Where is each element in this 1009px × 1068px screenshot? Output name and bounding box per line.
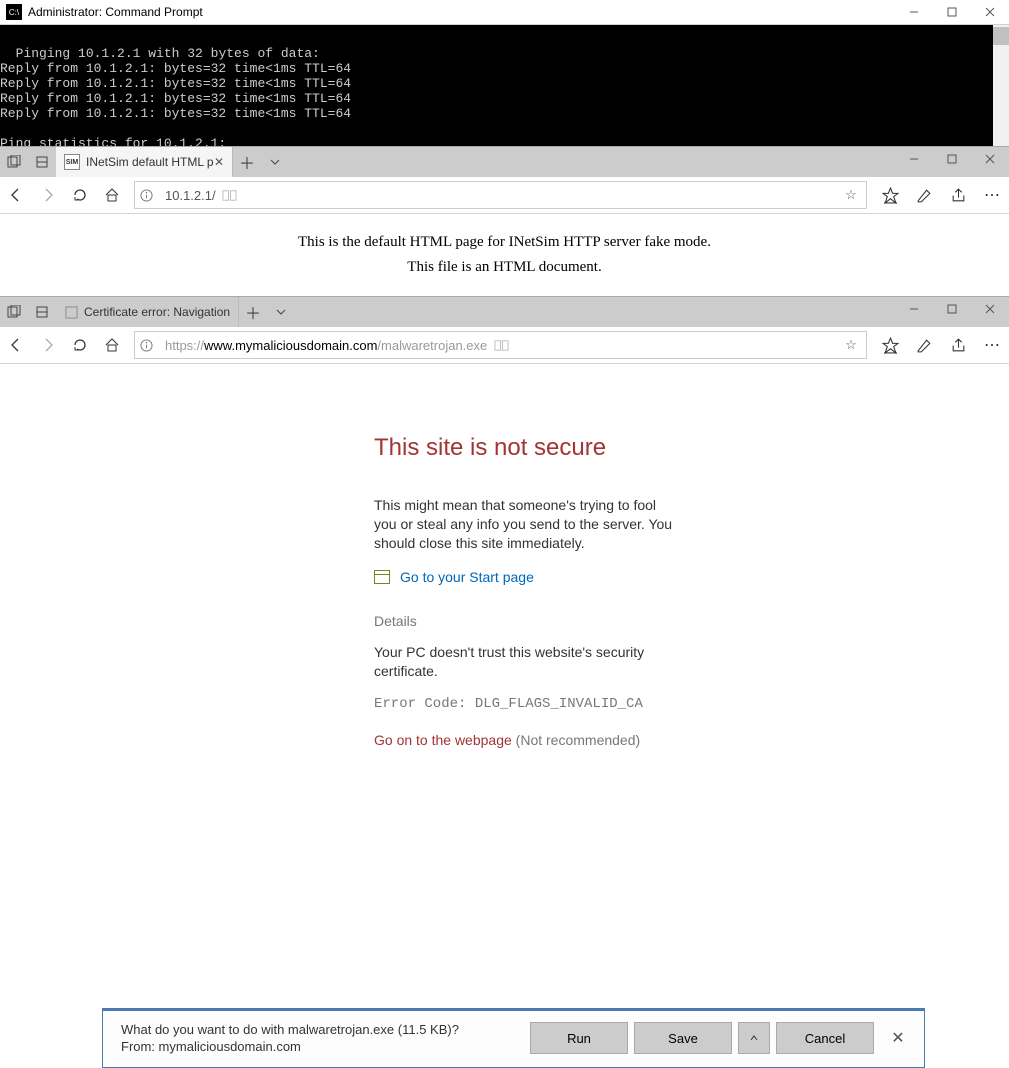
address-bar-row: 10.1.2.1/ ☆ ⋯	[0, 177, 1009, 214]
error-code: Error Code: DLG_FLAGS_INVALID_CA	[374, 696, 678, 712]
set-aside-tabs-icon[interactable]	[28, 297, 56, 327]
cmd-line: Ping statistics for 10.1.2.1:	[0, 136, 226, 146]
notes-icon[interactable]	[907, 337, 941, 354]
cmd-scrollbar[interactable]	[993, 25, 1009, 146]
minimize-button[interactable]	[895, 297, 933, 321]
tab-strip: Certificate error: Navigation ＋	[0, 297, 1009, 327]
favorites-list-icon[interactable]	[873, 187, 907, 204]
tab-strip: SIM INetSim default HTML p ✕ ＋	[0, 147, 1009, 177]
run-button[interactable]: Run	[530, 1022, 628, 1054]
cmd-line: Reply from 10.1.2.1: bytes=32 time<1ms T…	[0, 106, 351, 121]
cmd-line: Reply from 10.1.2.1: bytes=32 time<1ms T…	[0, 61, 351, 76]
inetsim-page: This is the default HTML page for INetSi…	[0, 214, 1009, 296]
cmd-line: Reply from 10.1.2.1: bytes=32 time<1ms T…	[0, 76, 351, 91]
tab-title: Certificate error: Navigation	[84, 305, 230, 319]
trust-message: Your PC doesn't trust this website's sec…	[374, 643, 678, 681]
set-aside-tabs-icon[interactable]	[28, 147, 56, 177]
notes-icon[interactable]	[907, 187, 941, 204]
minimize-button[interactable]	[895, 0, 933, 24]
new-tab-button[interactable]: ＋	[233, 147, 261, 177]
download-bar: What do you want to do with malwaretroja…	[102, 1008, 925, 1068]
cert-error-page: This site is not secure This might mean …	[0, 364, 1009, 748]
download-text: What do you want to do with malwaretroja…	[103, 1021, 477, 1056]
maximize-button[interactable]	[933, 147, 971, 171]
favorite-star-icon[interactable]: ☆	[836, 187, 866, 203]
close-button[interactable]	[971, 297, 1009, 321]
favorites-list-icon[interactable]	[873, 337, 907, 354]
go-to-start-link[interactable]: Go to your Start page	[374, 569, 678, 585]
address-bar-row: https://www.mymaliciousdomain.com/malwar…	[0, 327, 1009, 364]
site-info-icon[interactable]	[135, 189, 157, 202]
cert-heading: This site is not secure	[374, 434, 678, 462]
back-button[interactable]	[0, 337, 32, 353]
home-button[interactable]	[96, 337, 128, 353]
go-on-row: Go on to the webpage (Not recommended)	[374, 732, 678, 748]
cancel-button[interactable]: Cancel	[776, 1022, 874, 1054]
start-tile-icon	[374, 570, 390, 584]
tab-actions-icon[interactable]	[0, 147, 28, 177]
inetsim-line1: This is the default HTML page for INetSi…	[12, 234, 997, 251]
url-text: 10.1.2.1/	[165, 188, 216, 203]
edge-window-1: SIM INetSim default HTML p ✕ ＋ 10.1.2.1/…	[0, 146, 1009, 296]
new-tab-button[interactable]: ＋	[239, 297, 267, 327]
save-dropdown-button[interactable]	[738, 1022, 770, 1054]
cmd-line: Reply from 10.1.2.1: bytes=32 time<1ms T…	[0, 91, 351, 106]
tab-actions-icon[interactable]	[0, 297, 28, 327]
reading-view-icon[interactable]	[487, 338, 515, 353]
reading-view-icon[interactable]	[216, 188, 244, 203]
address-bar[interactable]: https://www.mymaliciousdomain.com/malwar…	[134, 331, 867, 359]
browser-tab-certerror[interactable]: Certificate error: Navigation	[56, 297, 239, 327]
cmd-line: Pinging 10.1.2.1 with 32 bytes of data:	[16, 46, 320, 61]
close-tab-icon[interactable]: ✕	[214, 155, 224, 169]
go-on-link[interactable]: Go on to the webpage	[374, 732, 512, 748]
url-text: https://www.mymaliciousdomain.com/malwar…	[165, 338, 487, 353]
cert-warning-text: This might mean that someone's trying to…	[374, 496, 678, 553]
edge-window-2: Certificate error: Navigation ＋ https://…	[0, 296, 1009, 1068]
home-button[interactable]	[96, 187, 128, 203]
tab-title: INetSim default HTML p	[86, 155, 214, 169]
more-icon[interactable]: ⋯	[975, 185, 1009, 205]
minimize-button[interactable]	[895, 147, 933, 171]
close-button[interactable]	[971, 147, 1009, 171]
cmd-icon: C:\	[6, 4, 22, 20]
share-icon[interactable]	[941, 187, 975, 204]
forward-button[interactable]	[32, 337, 64, 353]
save-button[interactable]: Save	[634, 1022, 732, 1054]
tab-chevron-icon[interactable]	[261, 147, 289, 177]
refresh-button[interactable]	[64, 187, 96, 203]
tab-chevron-icon[interactable]	[267, 297, 295, 327]
forward-button[interactable]	[32, 187, 64, 203]
details-label[interactable]: Details	[374, 613, 678, 629]
close-button[interactable]	[971, 0, 1009, 24]
back-button[interactable]	[0, 187, 32, 203]
download-from: From: mymaliciousdomain.com	[121, 1038, 459, 1056]
cmd-title-text: Administrator: Command Prompt	[28, 5, 203, 19]
favorite-star-icon[interactable]: ☆	[836, 337, 866, 353]
refresh-button[interactable]	[64, 337, 96, 353]
close-download-bar-icon[interactable]: ✕	[880, 1028, 916, 1048]
browser-tab-inetsim[interactable]: SIM INetSim default HTML p ✕	[56, 147, 233, 177]
more-icon[interactable]: ⋯	[975, 335, 1009, 355]
tab-favicon: SIM	[64, 154, 80, 170]
maximize-button[interactable]	[933, 297, 971, 321]
share-icon	[941, 337, 975, 354]
maximize-button[interactable]	[933, 0, 971, 24]
inetsim-line2: This file is an HTML document.	[12, 259, 997, 276]
cmd-output: Pinging 10.1.2.1 with 32 bytes of data: …	[0, 25, 1009, 146]
tab-favicon-blank	[64, 305, 78, 319]
address-bar[interactable]: 10.1.2.1/ ☆	[134, 181, 867, 209]
cmd-titlebar: C:\ Administrator: Command Prompt	[0, 0, 1009, 25]
site-info-icon[interactable]	[135, 339, 157, 352]
